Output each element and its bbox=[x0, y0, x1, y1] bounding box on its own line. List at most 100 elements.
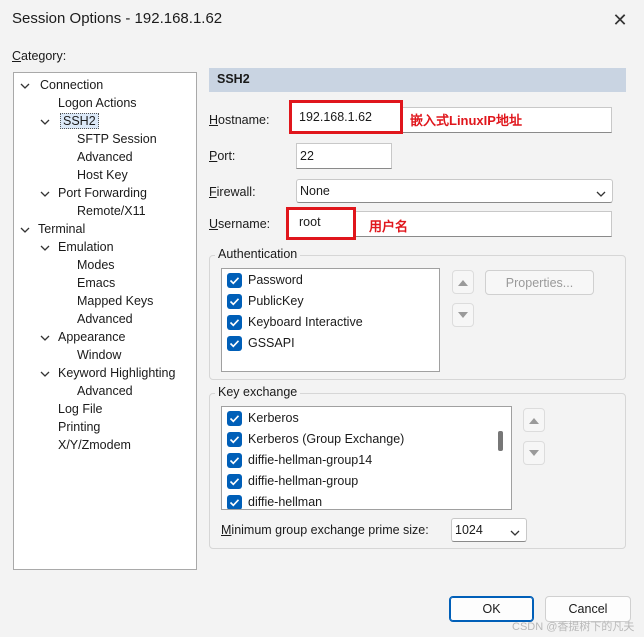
tree-item-label: Advanced bbox=[77, 150, 133, 164]
username-annotation: 用户名 bbox=[369, 219, 409, 234]
tree-item-label: Port Forwarding bbox=[58, 186, 147, 200]
checkbox-checked-icon[interactable] bbox=[227, 453, 242, 468]
tree-item-label: Emacs bbox=[77, 276, 116, 290]
chevron-down-icon[interactable] bbox=[40, 189, 50, 199]
window-title: Session Options - 192.168.1.62 bbox=[12, 10, 223, 27]
min-prime-label: Minimum group exchange prime size: bbox=[221, 523, 429, 537]
tree-item-modes[interactable]: Modes bbox=[77, 256, 115, 274]
username-field[interactable]: root bbox=[286, 207, 356, 240]
tree-item-terminal[interactable]: Terminal bbox=[20, 220, 85, 238]
tree-item-label: Connection bbox=[40, 78, 104, 92]
close-icon[interactable]: ✕ bbox=[606, 6, 634, 34]
checkbox-checked-icon[interactable] bbox=[227, 432, 242, 447]
tree-item-label: Advanced bbox=[77, 384, 133, 398]
hostname-label-text: ostname: bbox=[218, 113, 270, 127]
authentication-list[interactable]: Password PublicKey Keyboard Interactive … bbox=[221, 268, 440, 372]
category-label-rest: ategory: bbox=[21, 49, 67, 63]
watermark: CSDN @香提树下的凡夫 bbox=[512, 621, 635, 633]
triangle-up-icon bbox=[529, 418, 539, 424]
kex-item-label: diffie-hellman bbox=[248, 495, 323, 509]
chevron-down-icon[interactable] bbox=[20, 81, 30, 91]
tree-item-label: SSH2 bbox=[60, 113, 99, 129]
tree-item-keyword-highlighting[interactable]: Keyword Highlighting bbox=[40, 364, 175, 382]
tree-item-label: Logon Actions bbox=[58, 96, 137, 110]
tree-item-label: Emulation bbox=[58, 240, 114, 254]
tree-item-host-key[interactable]: Host Key bbox=[77, 166, 128, 184]
chevron-down-icon[interactable] bbox=[40, 369, 50, 379]
tree-item-label: Window bbox=[77, 348, 122, 362]
hostname-label: Hostname: bbox=[209, 113, 270, 127]
checkbox-checked-icon[interactable] bbox=[227, 294, 242, 309]
port-value: 22 bbox=[300, 149, 314, 163]
checkbox-checked-icon[interactable] bbox=[227, 336, 242, 351]
firewall-select[interactable]: None bbox=[296, 179, 613, 203]
tree-item-printing[interactable]: Printing bbox=[58, 418, 100, 436]
auth-item-label: PublicKey bbox=[248, 294, 304, 308]
tree-item-label: Appearance bbox=[58, 330, 126, 344]
tree-item-appearance[interactable]: Appearance bbox=[40, 328, 125, 346]
hostname-field[interactable]: 192.168.1.62 bbox=[289, 100, 403, 134]
triangle-down-icon bbox=[529, 450, 539, 456]
tree-item-label: Host Key bbox=[77, 168, 128, 182]
auth-item-label: Password bbox=[248, 273, 303, 287]
category-tree[interactable]: Connection Logon Actions SSH2 SFTP Sessi… bbox=[13, 72, 197, 570]
kex-item-label: diffie-hellman-group14 bbox=[248, 453, 373, 467]
tree-item-label: Terminal bbox=[38, 222, 86, 236]
auth-move-up-button[interactable] bbox=[452, 270, 474, 294]
port-field[interactable]: 22 bbox=[296, 143, 392, 169]
hostname-annotation: 嵌入式LinuxIP地址 bbox=[410, 113, 522, 128]
auth-move-down-button[interactable] bbox=[452, 303, 474, 327]
firewall-value: None bbox=[300, 184, 330, 198]
panel-header-title: SSH2 bbox=[217, 72, 250, 86]
tree-item-ssh2[interactable]: SSH2 bbox=[40, 112, 99, 130]
hostname-value: 192.168.1.62 bbox=[299, 110, 372, 124]
port-label: Port: bbox=[209, 149, 236, 163]
tree-item-advanced[interactable]: Advanced bbox=[77, 310, 133, 328]
tree-item-window[interactable]: Window bbox=[77, 346, 121, 364]
username-value: root bbox=[299, 215, 321, 229]
chevron-down-icon[interactable] bbox=[20, 225, 30, 235]
tree-item-emulation[interactable]: Emulation bbox=[40, 238, 114, 256]
min-prime-select[interactable]: 1024 bbox=[451, 518, 527, 542]
kex-item-label: Kerberos bbox=[248, 411, 299, 425]
kex-move-down-button[interactable] bbox=[523, 441, 545, 465]
tree-item-label: Remote/X11 bbox=[77, 204, 146, 218]
chevron-down-icon[interactable] bbox=[40, 243, 50, 253]
tree-item-advanced[interactable]: Advanced bbox=[77, 148, 133, 166]
checkbox-checked-icon[interactable] bbox=[227, 315, 242, 330]
checkbox-checked-icon[interactable] bbox=[227, 273, 242, 288]
tree-item-xyzmodem[interactable]: X/Y/Zmodem bbox=[58, 436, 131, 454]
tree-item-logon-actions[interactable]: Logon Actions bbox=[58, 94, 137, 112]
key-exchange-title: Key exchange bbox=[215, 385, 301, 399]
chevron-down-icon[interactable] bbox=[40, 333, 50, 343]
properties-button[interactable]: Properties... bbox=[485, 270, 594, 295]
chevron-down-icon bbox=[510, 526, 520, 540]
authentication-title: Authentication bbox=[215, 247, 301, 261]
panel-header: SSH2 bbox=[209, 68, 626, 92]
username-label: Username: bbox=[209, 217, 271, 231]
tree-item-label: Log File bbox=[58, 402, 103, 416]
tree-item-remote-x11[interactable]: Remote/X11 bbox=[77, 202, 146, 220]
auth-item-label: Keyboard Interactive bbox=[248, 315, 363, 329]
tree-item-connection[interactable]: Connection bbox=[20, 76, 103, 94]
kex-move-up-button[interactable] bbox=[523, 408, 545, 432]
checkbox-checked-icon[interactable] bbox=[227, 411, 242, 426]
tree-item-mapped-keys[interactable]: Mapped Keys bbox=[77, 292, 153, 310]
firewall-label: Firewall: bbox=[209, 185, 256, 199]
key-exchange-list[interactable]: Kerberos Kerberos (Group Exchange) diffi… bbox=[221, 406, 512, 510]
kex-item-label: Kerberos (Group Exchange) bbox=[248, 432, 405, 446]
checkbox-checked-icon[interactable] bbox=[227, 474, 242, 489]
tree-item-label: X/Y/Zmodem bbox=[58, 438, 131, 452]
tree-item-log-file[interactable]: Log File bbox=[58, 400, 102, 418]
triangle-up-icon bbox=[458, 280, 468, 286]
tree-item-advanced[interactable]: Advanced bbox=[77, 382, 133, 400]
tree-item-emacs[interactable]: Emacs bbox=[77, 274, 115, 292]
tree-item-port-forwarding[interactable]: Port Forwarding bbox=[40, 184, 147, 202]
checkbox-checked-icon[interactable] bbox=[227, 495, 242, 509]
chevron-down-icon[interactable] bbox=[40, 117, 50, 127]
tree-item-label: Printing bbox=[58, 420, 101, 434]
scrollbar-thumb[interactable] bbox=[498, 431, 503, 451]
title-bar: Session Options - 192.168.1.62 ✕ bbox=[0, 0, 644, 40]
auth-item-label: GSSAPI bbox=[248, 336, 295, 350]
tree-item-sftp-session[interactable]: SFTP Session bbox=[77, 130, 157, 148]
